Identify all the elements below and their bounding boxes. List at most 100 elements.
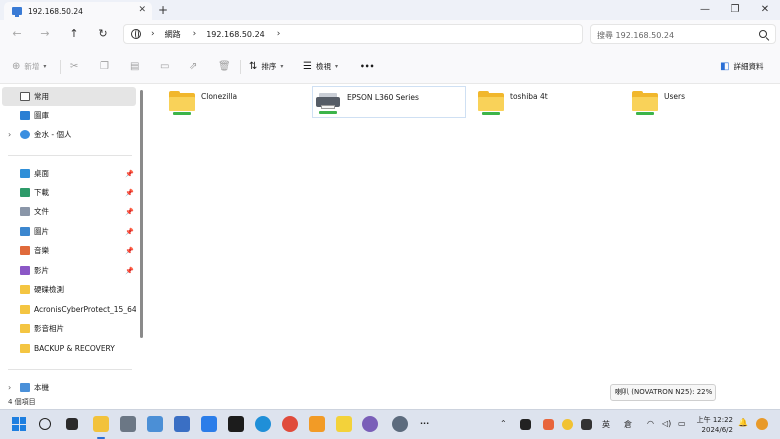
- maximize-button[interactable]: ❐: [720, 2, 750, 18]
- sidebar-item-label: 影片: [34, 266, 49, 275]
- sidebar-scrollbar[interactable]: [140, 90, 143, 338]
- sidebar-item-folder[interactable]: 影音相片: [2, 319, 136, 338]
- terminal-icon[interactable]: [228, 416, 244, 432]
- sort-icon: ⇅: [249, 60, 258, 72]
- task-view-icon[interactable]: [66, 418, 78, 430]
- close-button[interactable]: ✕: [750, 2, 780, 18]
- shared-folder-icon: [169, 91, 195, 115]
- copilot-icon[interactable]: [756, 418, 768, 430]
- file-view: [150, 84, 780, 396]
- copy-button[interactable]: ❐: [100, 58, 113, 74]
- more-apps-icon[interactable]: ···: [420, 419, 429, 428]
- minimize-button[interactable]: —: [690, 2, 720, 18]
- battery-icon[interactable]: ▭: [678, 419, 686, 428]
- back-button[interactable]: ←: [8, 26, 26, 42]
- file-explorer-icon[interactable]: [93, 416, 109, 432]
- refresh-button[interactable]: ↻: [94, 26, 112, 42]
- breadcrumb-network[interactable]: 網路: [165, 29, 181, 40]
- pin-icon[interactable]: 📌: [125, 267, 134, 275]
- chevron-right-icon[interactable]: ›: [8, 383, 11, 392]
- cut-button[interactable]: ✂: [70, 58, 82, 74]
- sidebar-item-desktop[interactable]: 桌面 📌: [2, 164, 136, 183]
- settings-gear-icon[interactable]: [392, 416, 408, 432]
- sidebar-item-documents[interactable]: 文件 📌: [2, 202, 136, 221]
- folder-icon: [20, 344, 30, 353]
- list-item[interactable]: toshiba 4t: [466, 86, 620, 118]
- up-button[interactable]: ↑: [65, 26, 83, 42]
- pin-icon[interactable]: 📌: [125, 247, 134, 255]
- pin-icon[interactable]: 📌: [125, 208, 134, 216]
- notes-icon[interactable]: [336, 416, 352, 432]
- new-button[interactable]: ⊕ 新增 ▾: [12, 58, 46, 74]
- sidebar-item-label: 音樂: [34, 246, 49, 255]
- sort-button-label: 排序: [261, 61, 277, 71]
- chevron-right-icon[interactable]: ›: [151, 29, 155, 39]
- sidebar-item-folder[interactable]: BACKUP & RECOVERY: [2, 339, 136, 358]
- details-pane-label: 詳細資料: [733, 61, 764, 71]
- list-item[interactable]: EPSON L360 Series: [312, 86, 466, 118]
- start-button[interactable]: [12, 417, 26, 431]
- tab-close-button[interactable]: ✕: [138, 5, 146, 15]
- time: 上午 12:22: [696, 416, 733, 424]
- network-globe-icon: [131, 29, 141, 39]
- sort-button[interactable]: ⇅ 排序 ▾: [249, 58, 283, 74]
- app-icon[interactable]: [362, 416, 378, 432]
- more-options-button[interactable]: •••: [360, 58, 374, 74]
- tray-app-icon[interactable]: [520, 419, 531, 430]
- address-bar[interactable]: › 網路 › 192.168.50.24 ›: [123, 24, 583, 44]
- new-tab-button[interactable]: +: [158, 3, 168, 17]
- wifi-icon[interactable]: ◠: [647, 419, 654, 428]
- breadcrumb-host[interactable]: 192.168.50.24: [206, 30, 265, 39]
- sidebar-item-downloads[interactable]: 下載 📌: [2, 183, 136, 202]
- chinese-input-icon[interactable]: 英: [602, 419, 610, 430]
- sidebar-item-videos[interactable]: 影片 📌: [2, 261, 136, 280]
- pin-icon[interactable]: 📌: [125, 189, 134, 197]
- app-icon[interactable]: [174, 416, 190, 432]
- sidebar-item-label: 圖片: [34, 227, 49, 236]
- sidebar-item-label: 本機: [34, 383, 49, 392]
- notepad-icon[interactable]: [201, 416, 217, 432]
- sidebar-item-home[interactable]: 常用: [2, 87, 136, 106]
- chevron-up-icon[interactable]: ⌃: [500, 419, 507, 428]
- search-icon[interactable]: [39, 418, 51, 430]
- photos-icon[interactable]: [147, 416, 163, 432]
- delete-button[interactable]: 🗑: [218, 58, 235, 74]
- edge-icon[interactable]: [255, 416, 271, 432]
- chevron-right-icon[interactable]: ›: [277, 29, 281, 39]
- network-app-icon[interactable]: [120, 416, 136, 432]
- chrome-icon[interactable]: [282, 416, 298, 432]
- clock[interactable]: 上午 12:22 2024/6/2: [693, 415, 733, 435]
- sidebar-item-music[interactable]: 音樂 📌: [2, 241, 136, 260]
- pin-icon[interactable]: 📌: [125, 170, 134, 178]
- forward-button[interactable]: →: [36, 26, 54, 42]
- search-input[interactable]: 搜尋 192.168.50.24: [590, 24, 776, 44]
- view-button[interactable]: ☰ 檢視 ▾: [303, 58, 338, 74]
- notification-bell-icon[interactable]: 🔔: [738, 418, 748, 427]
- share-button[interactable]: ⇗: [189, 58, 201, 74]
- view-button-label: 檢視: [315, 61, 331, 71]
- pin-icon[interactable]: 📌: [125, 228, 134, 236]
- sidebar-item-onedrive[interactable]: › 金水 - 個人: [2, 125, 136, 144]
- rename-icon: ▭: [160, 60, 170, 72]
- sidebar-item-folder[interactable]: 硬碟檢測: [2, 280, 136, 299]
- plus-circle-icon: ⊕: [12, 60, 21, 72]
- tray-app-icon[interactable]: [581, 419, 592, 430]
- list-item[interactable]: Clonezilla: [157, 86, 311, 118]
- tray-app-icon[interactable]: [543, 419, 554, 430]
- list-item[interactable]: Users: [620, 86, 774, 118]
- rename-button[interactable]: ▭: [160, 58, 173, 74]
- tray-app-icon[interactable]: [562, 419, 573, 430]
- sidebar-item-folder[interactable]: AcronisCyberProtect_15_64bit: [2, 300, 136, 319]
- speaker-icon[interactable]: ◁): [662, 419, 671, 428]
- chevron-right-icon[interactable]: ›: [8, 130, 11, 139]
- app-icon[interactable]: [309, 416, 325, 432]
- details-pane-button[interactable]: ◧ 詳細資料: [720, 58, 763, 74]
- paste-button[interactable]: ▤: [130, 58, 143, 74]
- sidebar-item-gallery[interactable]: 圖庫: [2, 106, 136, 125]
- sidebar-item-this-pc[interactable]: › 本機: [2, 378, 136, 397]
- paste-icon: ▤: [130, 60, 140, 72]
- input-mode-icon[interactable]: 倉: [624, 419, 632, 430]
- sidebar-item-pictures[interactable]: 圖片 📌: [2, 222, 136, 241]
- tab-current[interactable]: 192.168.50.24 ✕: [4, 2, 152, 20]
- chevron-right-icon[interactable]: ›: [193, 29, 197, 39]
